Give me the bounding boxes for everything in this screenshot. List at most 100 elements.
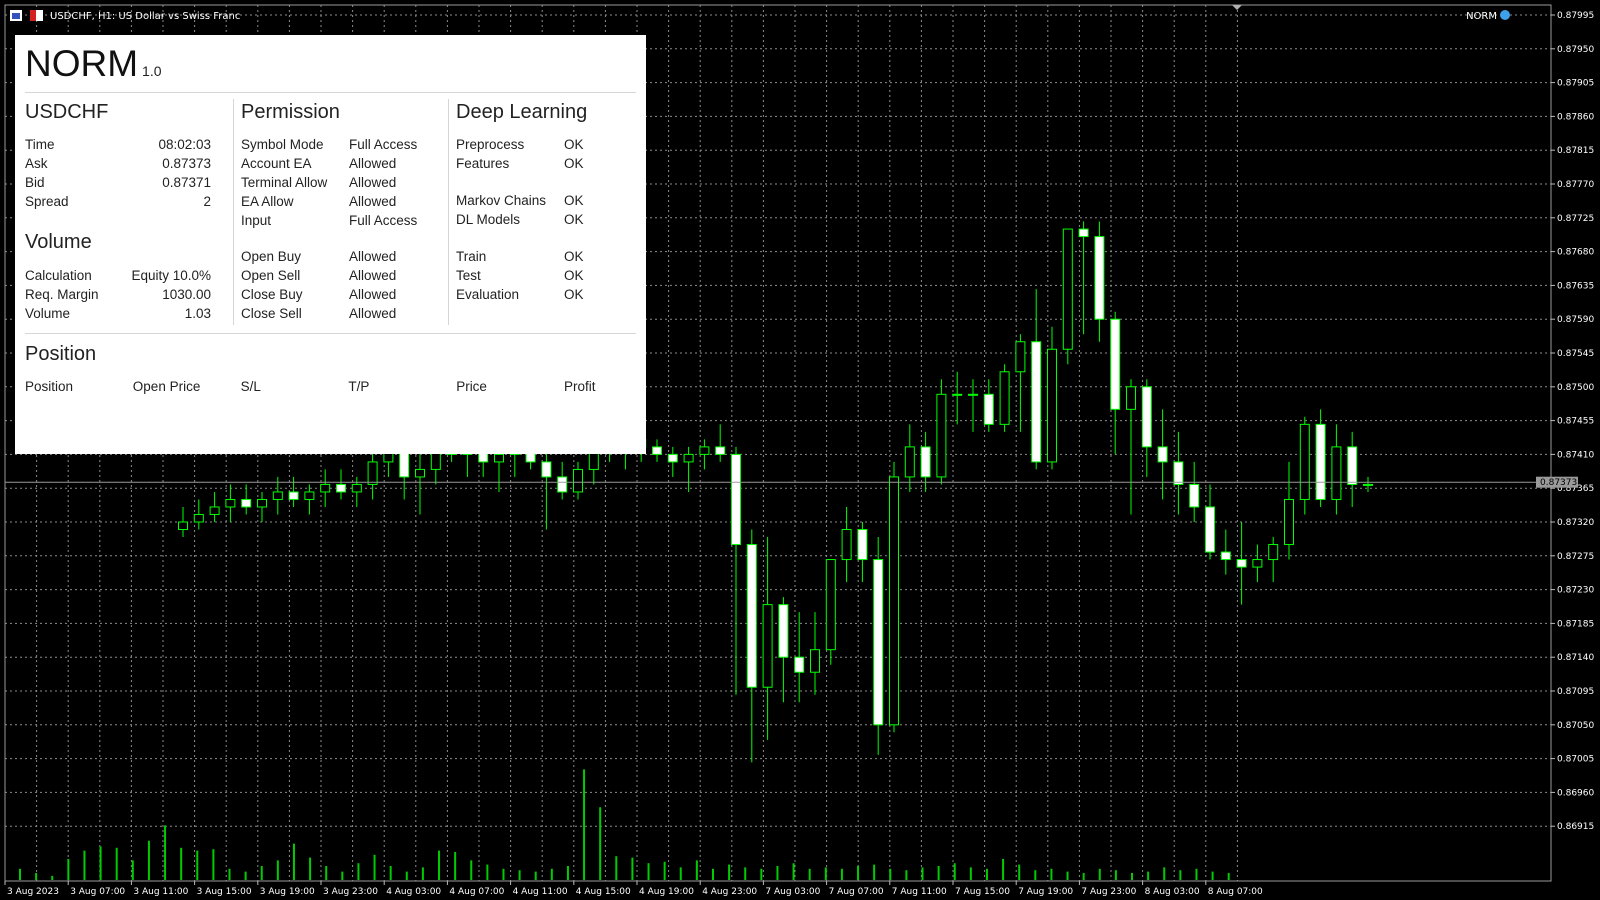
candle-body <box>1126 386 1136 410</box>
app-name: NORM <box>25 43 139 84</box>
time-tick-label: 3 Aug 23:00 <box>323 887 378 897</box>
candle-body <box>904 446 915 478</box>
window-icon-inner <box>12 13 20 19</box>
time-tick-label: 7 Aug 23:00 <box>1081 887 1136 897</box>
price-tick-label: 0.87635 <box>1557 281 1594 291</box>
price-tick-label: 0.86960 <box>1557 788 1594 798</box>
candle-body <box>652 446 662 455</box>
candle-body <box>304 491 315 500</box>
candle-body <box>1205 506 1215 553</box>
price-tick-label: 0.87590 <box>1557 315 1594 325</box>
price-tick-label: 0.87185 <box>1557 619 1594 629</box>
info-label: EA Allow <box>241 194 294 209</box>
price-tick-label: 0.87905 <box>1557 79 1594 89</box>
candle-body <box>1347 446 1358 485</box>
candle-body <box>794 656 805 673</box>
info-value: OK <box>564 212 584 227</box>
info-row: Input Full Access <box>241 211 441 230</box>
position-section-title: Position <box>25 343 97 365</box>
candle-body <box>193 513 204 523</box>
position-column-header: S/L <box>240 379 261 394</box>
candle-body <box>1047 348 1057 463</box>
candle-body <box>1141 386 1152 448</box>
info-value: Full Access <box>349 137 418 152</box>
candle-body <box>272 491 283 500</box>
info-value: Allowed <box>349 287 397 302</box>
info-row: Ask 0.87373 <box>25 154 211 173</box>
time-tick-label: 3 Aug 07:00 <box>70 887 125 897</box>
candle-body <box>683 453 694 463</box>
price-tick-label: 0.87320 <box>1557 518 1594 528</box>
price-tick-label: 0.87545 <box>1557 349 1594 359</box>
info-label: Close Buy <box>241 287 303 302</box>
candle-body <box>841 529 852 561</box>
symbol-title: USDCHF, H1: US Dollar vs Swiss Franc <box>50 11 240 22</box>
info-value: 1.03 <box>184 306 211 321</box>
info-label: Close Sell <box>241 306 302 321</box>
candle-body <box>320 483 331 493</box>
position-column-header: Price <box>456 379 487 394</box>
info-label: Spread <box>25 194 69 209</box>
volume-section-title: Volume <box>25 231 92 253</box>
info-row: Evaluation OK <box>456 285 626 304</box>
price-tick-label: 0.87500 <box>1557 383 1594 393</box>
price-tick-label: 0.87950 <box>1557 45 1594 55</box>
time-tick-label: 3 Aug 11:00 <box>133 887 188 897</box>
candle-body <box>889 476 899 726</box>
candle-body <box>936 393 947 478</box>
candle-body <box>1157 446 1168 463</box>
info-row: DL Models OK <box>456 210 626 229</box>
price-tick-label: 0.86915 <box>1557 822 1594 832</box>
info-label: Test <box>456 268 481 283</box>
time-tick-label: 7 Aug 19:00 <box>1018 887 1073 897</box>
candle-body <box>178 521 188 531</box>
info-label: Symbol Mode <box>241 137 324 152</box>
info-value: Allowed <box>349 175 397 190</box>
time-tick-label: 7 Aug 11:00 <box>892 887 947 897</box>
time-tick-label: 7 Aug 03:00 <box>765 887 820 897</box>
info-row: Spread 2 <box>25 192 211 211</box>
info-row: Preprocess OK <box>456 135 626 154</box>
divider <box>25 333 636 334</box>
info-value: Equity 10.0% <box>131 268 211 283</box>
candle-body <box>225 498 236 508</box>
info-row: Symbol Mode Full Access <box>241 135 441 154</box>
time-tick-label: 4 Aug 11:00 <box>513 887 568 897</box>
time-tick-label: 4 Aug 07:00 <box>449 887 504 897</box>
candle-body <box>1031 341 1042 463</box>
candle-body <box>810 649 820 673</box>
info-value: OK <box>564 193 584 208</box>
candle-body <box>1331 446 1342 500</box>
candle-body <box>1299 423 1310 500</box>
candle-body <box>288 491 299 500</box>
info-value: Allowed <box>349 249 397 264</box>
column-divider <box>448 99 449 325</box>
info-value: 0.87373 <box>162 156 211 171</box>
candle-body <box>494 453 504 463</box>
time-tick-label: 4 Aug 19:00 <box>639 887 694 897</box>
price-tick-label: 0.87140 <box>1557 653 1594 663</box>
info-row: Close Sell Allowed <box>241 304 441 323</box>
candle-body <box>1173 461 1184 485</box>
price-tick-label: 0.87860 <box>1557 112 1594 122</box>
app-version: 1.0 <box>142 63 162 79</box>
price-tick-label: 0.87455 <box>1557 417 1594 427</box>
info-label: Markov Chains <box>456 193 547 208</box>
info-row: Terminal Allow Allowed <box>241 173 441 192</box>
position-column-header: Profit <box>564 379 596 394</box>
candle-body <box>415 468 425 478</box>
expert-hat-icon[interactable] <box>1500 10 1510 20</box>
info-row: Account EA Allowed <box>241 154 441 173</box>
info-value: OK <box>564 249 584 264</box>
candle-body <box>1110 318 1121 410</box>
shift-marker-icon[interactable] <box>1232 5 1242 10</box>
candle-body <box>257 498 267 508</box>
info-label: Ask <box>25 156 48 171</box>
time-tick-label: 4 Aug 03:00 <box>386 887 441 897</box>
info-label: Calculation <box>25 268 92 283</box>
price-axis: 0.87995 0.87950 0.87905 0.87860 0.87815 0.877… <box>1551 11 1594 832</box>
info-label: Train <box>456 249 487 264</box>
symbol-section-title: USDCHF <box>25 101 109 123</box>
time-axis: 3 Aug 2023 3 Aug 07:00 3 Aug 11:00 3 Aug 15… <box>4 881 1263 897</box>
info-row: Markov Chains OK <box>456 191 626 210</box>
